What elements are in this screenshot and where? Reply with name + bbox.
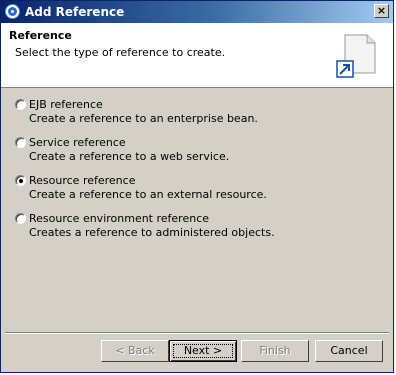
option-label: EJB reference xyxy=(29,98,103,111)
ejb-reference-radio[interactable] xyxy=(15,99,26,110)
resource-environment-reference-radio[interactable] xyxy=(15,213,26,224)
close-button[interactable]: × xyxy=(374,4,389,18)
back-button[interactable]: < Back xyxy=(101,340,169,362)
finish-button[interactable]: Finish xyxy=(241,340,309,362)
option-resource-environment-reference[interactable]: Resource environment reference Creates a… xyxy=(15,212,375,244)
wizard-header: Reference Select the type of reference t… xyxy=(1,23,393,88)
resource-reference-radio[interactable] xyxy=(15,175,26,186)
cancel-button[interactable]: Cancel xyxy=(315,340,383,362)
option-label: Service reference xyxy=(29,136,126,149)
option-description: Create a reference to an enterprise bean… xyxy=(29,112,258,125)
option-label: Resource reference xyxy=(29,174,136,187)
option-description: Creates a reference to administered obje… xyxy=(29,226,275,239)
button-bar-separator xyxy=(5,332,389,334)
option-description: Create a reference to an external resour… xyxy=(29,188,267,201)
window-title: Add Reference xyxy=(25,5,125,19)
option-resource-reference[interactable]: Resource reference Create a reference to… xyxy=(15,174,375,206)
add-reference-dialog: Add Reference × Reference Select the typ… xyxy=(0,0,394,373)
reference-type-group: EJB reference Create a reference to an e… xyxy=(1,88,393,328)
option-description: Create a reference to a web service. xyxy=(29,150,230,163)
new-file-wizard-icon xyxy=(336,34,376,78)
title-bar[interactable]: Add Reference × xyxy=(1,1,393,23)
option-ejb-reference[interactable]: EJB reference Create a reference to an e… xyxy=(15,98,375,130)
page-title: Reference xyxy=(9,29,72,42)
service-reference-radio[interactable] xyxy=(15,137,26,148)
next-button[interactable]: Next > xyxy=(169,340,237,362)
next-button-label: Next > xyxy=(183,344,223,357)
option-service-reference[interactable]: Service reference Create a reference to … xyxy=(15,136,375,168)
app-icon xyxy=(5,4,20,19)
option-label: Resource environment reference xyxy=(29,212,210,225)
page-description: Select the type of reference to create. xyxy=(15,46,226,59)
